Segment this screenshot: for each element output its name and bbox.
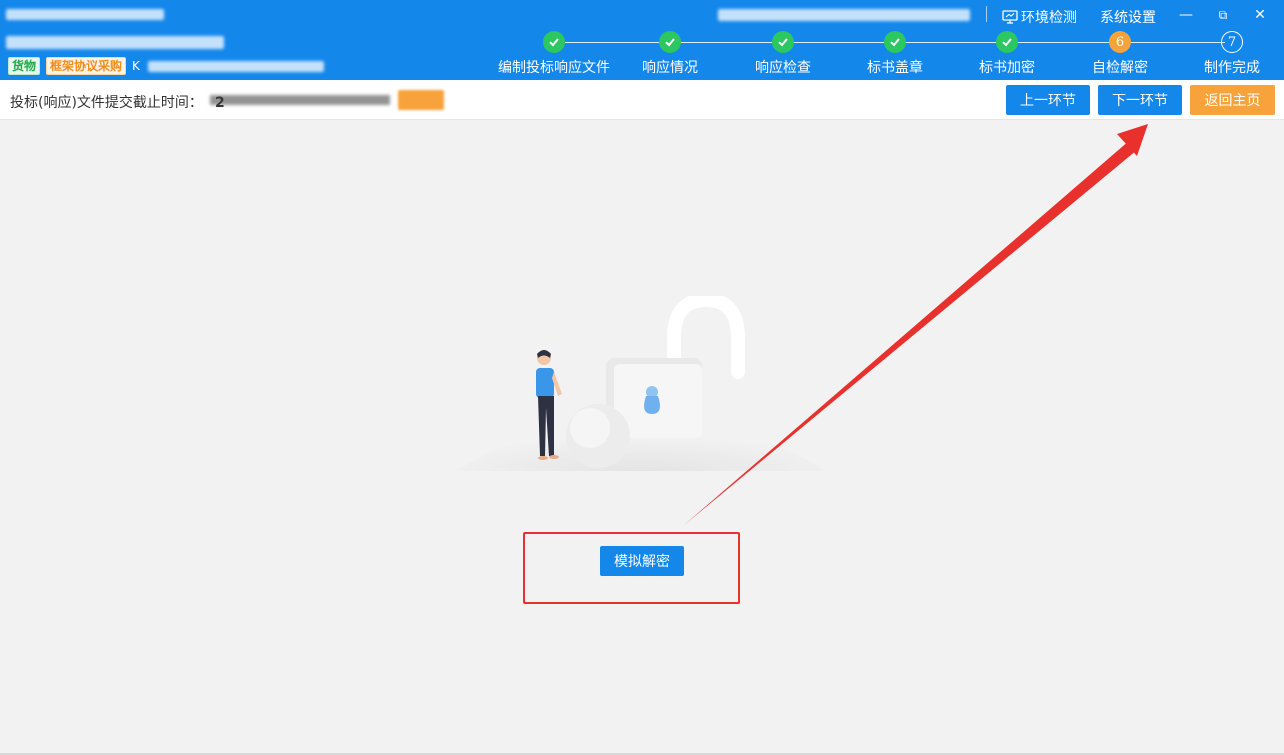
- check-icon: [772, 31, 794, 53]
- step-number: 7: [1221, 31, 1243, 53]
- deadline-value-redacted: [210, 95, 390, 105]
- step-label: 自检解密: [1092, 60, 1148, 76]
- next-step-button[interactable]: 下一环节: [1098, 85, 1182, 115]
- deadline-label: 投标(响应)文件提交截止时间：2: [10, 92, 225, 112]
- simulate-decrypt-button[interactable]: 模拟解密: [600, 546, 684, 576]
- countdown-badge-redacted: [398, 90, 444, 110]
- minimize-button[interactable]: —: [1175, 5, 1197, 25]
- step-complete: 7 制作完成: [1172, 31, 1284, 77]
- close-button[interactable]: ✕: [1249, 5, 1271, 25]
- app-header: 货物 框架协议采购 K 环境检测 系统设置 — ⧉ ✕ 编制投标响应文件 响应情…: [0, 0, 1284, 80]
- monitor-icon: [1002, 10, 1018, 24]
- check-icon: [884, 31, 906, 53]
- step-response-status: 响应情况: [610, 31, 730, 77]
- step-response-check: 响应检查: [723, 31, 843, 77]
- step-encrypt: 标书加密: [947, 31, 1067, 77]
- settings-label: 系统设置: [1100, 10, 1156, 26]
- step-label: 编制投标响应文件: [498, 60, 610, 76]
- prev-step-button[interactable]: 上一环节: [1006, 85, 1090, 115]
- restore-button[interactable]: ⧉: [1212, 5, 1234, 25]
- step-seal: 标书盖章: [835, 31, 955, 77]
- settings-link[interactable]: 系统设置: [1100, 7, 1156, 27]
- progress-steps: 编制投标响应文件 响应情况 响应检查 标书盖章 标书加密 6 自检解密 7 制作…: [0, 31, 1284, 77]
- step-compile-file: 编制投标响应文件: [494, 31, 614, 77]
- step-self-decrypt: 6 自检解密: [1060, 31, 1180, 77]
- step-label: 制作完成: [1204, 60, 1260, 76]
- action-toolbar: 投标(响应)文件提交截止时间：2 上一环节 下一环节 返回主页: [0, 80, 1284, 120]
- env-check-link[interactable]: 环境检测: [1002, 7, 1077, 27]
- header-divider: [986, 6, 987, 22]
- step-label: 响应检查: [755, 60, 811, 76]
- unlock-illustration: [456, 296, 826, 471]
- step-number: 6: [1109, 31, 1131, 53]
- check-icon: [996, 31, 1018, 53]
- deadline-label-text: 投标(响应)文件提交截止时间：: [10, 95, 203, 111]
- step-label: 响应情况: [642, 60, 698, 76]
- check-icon: [543, 31, 565, 53]
- step-label: 标书盖章: [867, 60, 923, 76]
- user-info-redacted: [718, 9, 970, 21]
- step-label: 标书加密: [979, 60, 1035, 76]
- env-check-label: 环境检测: [1021, 10, 1077, 26]
- home-button[interactable]: 返回主页: [1190, 85, 1275, 115]
- check-icon: [659, 31, 681, 53]
- project-title-redacted: [6, 9, 164, 20]
